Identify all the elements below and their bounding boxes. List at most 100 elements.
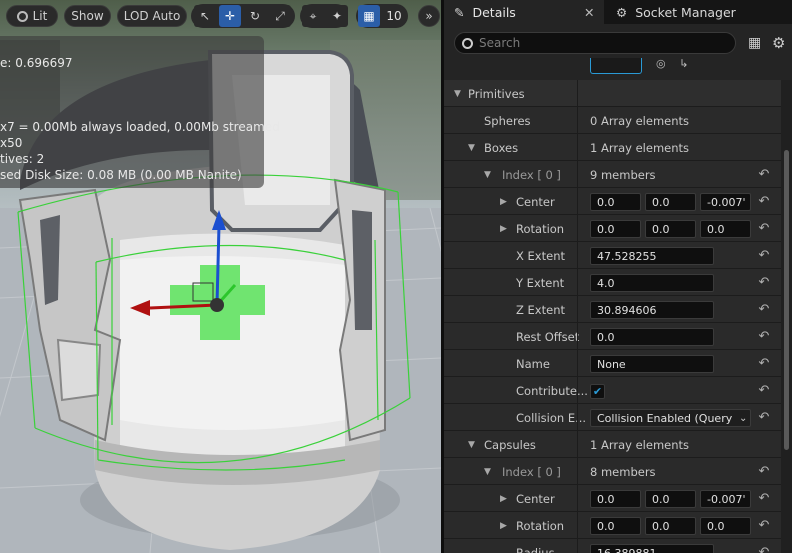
property-label: Boxes xyxy=(484,140,519,155)
close-tab-icon[interactable]: ✕ xyxy=(584,5,594,20)
name-field[interactable]: None xyxy=(590,355,714,373)
property-row-center[interactable]: ▶ Center 0.0 0.0 -0.007' ↶ xyxy=(444,188,781,215)
category-primitives[interactable]: ▼ Primitives xyxy=(444,80,781,107)
collapse-arrow-icon[interactable]: ▼ xyxy=(484,458,491,485)
stats-overlay: e: 0.696697 x7 = 0.00Mb always loaded, 0… xyxy=(0,36,280,188)
property-row-capsule-index[interactable]: ▼ Index [ 0 ] 8 members ↶ xyxy=(444,458,781,485)
property-row-capsule-rotation[interactable]: ▶ Rotation 0.0 0.0 0.0 ↶ xyxy=(444,512,781,539)
property-row-name[interactable]: Name None ↶ xyxy=(444,350,781,377)
y-extent-field[interactable]: 4.0 xyxy=(590,274,714,292)
capsule-rotation-y-field[interactable]: 0.0 xyxy=(645,517,696,535)
scale-tool-icon[interactable]: ⤢ xyxy=(269,5,291,27)
column-divider xyxy=(577,134,578,161)
search-box[interactable] xyxy=(454,32,736,54)
property-row-x-extent[interactable]: X Extent 47.528255 ↶ xyxy=(444,242,781,269)
world-space-icon[interactable]: ⌖ xyxy=(302,5,324,27)
reset-icon[interactable]: ↶ xyxy=(757,350,771,377)
reset-icon[interactable]: ↶ xyxy=(757,242,771,269)
use-selected-icon[interactable]: ↳ xyxy=(679,57,688,70)
property-row-contribute[interactable]: Contribute... ✔ ↶ xyxy=(444,377,781,404)
show-button[interactable]: Show xyxy=(64,5,111,27)
color-field[interactable] xyxy=(590,58,642,74)
select-tool-icon[interactable]: ↖ xyxy=(194,5,216,27)
search-row: ▦ ⚙ xyxy=(444,30,792,58)
expand-arrow-icon[interactable]: ▶ xyxy=(500,188,507,215)
reset-icon[interactable]: ↶ xyxy=(757,323,771,350)
reset-icon[interactable]: ↶ xyxy=(757,485,771,512)
capsule-center-y-field[interactable]: 0.0 xyxy=(645,490,696,508)
column-divider xyxy=(577,296,578,323)
rotation-z-field[interactable]: 0.0 xyxy=(700,220,751,238)
more-options-icon[interactable]: » xyxy=(418,5,440,27)
column-divider xyxy=(577,377,578,404)
reset-icon[interactable]: ↶ xyxy=(757,296,771,323)
stats-line: tives: 2 xyxy=(0,152,45,166)
capsule-center-z-field[interactable]: -0.007' xyxy=(700,490,751,508)
reset-icon[interactable]: ↶ xyxy=(757,404,771,431)
contribute-checkbox[interactable]: ✔ xyxy=(590,384,605,399)
capsule-rotation-z-field[interactable]: 0.0 xyxy=(700,517,751,535)
property-row-capsules[interactable]: ▼ Capsules 1 Array elements xyxy=(444,431,781,458)
collision-dropdown[interactable]: Collision Enabled (Query ⌄ xyxy=(590,409,751,427)
property-row-radius[interactable]: Radius 16.389881 ↶ xyxy=(444,539,781,553)
property-row-z-extent[interactable]: Z Extent 30.894606 ↶ xyxy=(444,296,781,323)
center-y-field[interactable]: 0.0 xyxy=(645,193,696,211)
expand-arrow-icon[interactable]: ▶ xyxy=(500,512,507,539)
property-label: Rest Offset xyxy=(516,329,580,344)
property-row-capsule-center[interactable]: ▶ Center 0.0 0.0 -0.007' ↶ xyxy=(444,485,781,512)
capsule-rotation-x-field[interactable]: 0.0 xyxy=(590,517,641,535)
tab-details[interactable]: ✎ Details ✕ xyxy=(444,0,604,24)
table-view-icon[interactable]: ▦ xyxy=(748,35,761,51)
column-divider xyxy=(577,215,578,242)
radius-field[interactable]: 16.389881 xyxy=(590,544,714,553)
rest-offset-field[interactable]: 0.0 xyxy=(590,328,714,346)
reset-icon[interactable]: ↶ xyxy=(757,215,771,242)
reset-icon[interactable]: ↶ xyxy=(757,188,771,215)
grid-snap-value[interactable]: 10 xyxy=(382,5,406,27)
center-x-field[interactable]: 0.0 xyxy=(590,193,641,211)
scrollbar-thumb[interactable] xyxy=(784,150,789,450)
settings-gear-icon[interactable]: ⚙ xyxy=(772,34,785,52)
reset-icon[interactable]: ↶ xyxy=(757,377,771,404)
property-row-y-extent[interactable]: Y Extent 4.0 ↶ xyxy=(444,269,781,296)
property-row-box-index[interactable]: ▼ Index [ 0 ] 9 members ↶ xyxy=(444,161,781,188)
collapse-arrow-icon[interactable]: ▼ xyxy=(454,80,461,107)
expand-arrow-icon[interactable]: ▶ xyxy=(500,215,507,242)
center-z-field[interactable]: -0.007' xyxy=(700,193,751,211)
rotation-x-field[interactable]: 0.0 xyxy=(590,220,641,238)
rotation-y-field[interactable]: 0.0 xyxy=(645,220,696,238)
column-divider xyxy=(577,458,578,485)
property-row-collision-enabled[interactable]: Collision E... Collision Enabled (Query … xyxy=(444,404,781,431)
property-row-rotation[interactable]: ▶ Rotation 0.0 0.0 0.0 ↶ xyxy=(444,215,781,242)
property-row-spheres[interactable]: Spheres 0 Array elements xyxy=(444,107,781,134)
3d-viewport[interactable]: Lit Show LOD Auto ↖ ✛ ↻ ⤢ ⌖ ✦ ▦ 10 » e: … xyxy=(0,0,441,553)
rotate-tool-icon[interactable]: ↻ xyxy=(244,5,266,27)
collapse-arrow-icon[interactable]: ▼ xyxy=(468,431,475,458)
capsule-center-x-field[interactable]: 0.0 xyxy=(590,490,641,508)
surface-snap-icon[interactable]: ✦ xyxy=(326,5,348,27)
collapse-arrow-icon[interactable]: ▼ xyxy=(484,161,491,188)
search-input[interactable] xyxy=(479,36,719,50)
reset-icon[interactable]: ↶ xyxy=(757,458,771,485)
grid-snap-icon[interactable]: ▦ xyxy=(358,5,380,27)
expand-arrow-icon[interactable]: ▶ xyxy=(500,485,507,512)
lit-button[interactable]: Lit xyxy=(6,5,58,27)
column-divider xyxy=(577,404,578,431)
scrollbar[interactable] xyxy=(781,80,792,553)
reset-icon[interactable]: ↶ xyxy=(757,161,771,188)
column-divider xyxy=(577,269,578,296)
tab-socket-manager[interactable]: ⚙ Socket Manager xyxy=(606,0,792,24)
x-extent-field[interactable]: 47.528255 xyxy=(590,247,714,265)
socket-icon: ⚙ xyxy=(616,4,628,20)
lod-button[interactable]: LOD Auto xyxy=(117,5,187,27)
property-row-boxes[interactable]: ▼ Boxes 1 Array elements xyxy=(444,134,781,161)
property-row-rest-offset[interactable]: Rest Offset 0.0 ↶ xyxy=(444,323,781,350)
z-extent-field[interactable]: 30.894606 xyxy=(590,301,714,319)
collapse-arrow-icon[interactable]: ▼ xyxy=(468,134,475,161)
translate-tool-icon[interactable]: ✛ xyxy=(219,5,241,27)
reset-icon[interactable]: ↶ xyxy=(757,539,771,553)
browse-icon[interactable]: ◎ xyxy=(656,57,666,70)
reset-icon[interactable]: ↶ xyxy=(757,512,771,539)
reset-icon[interactable]: ↶ xyxy=(757,269,771,296)
column-divider xyxy=(577,107,578,134)
